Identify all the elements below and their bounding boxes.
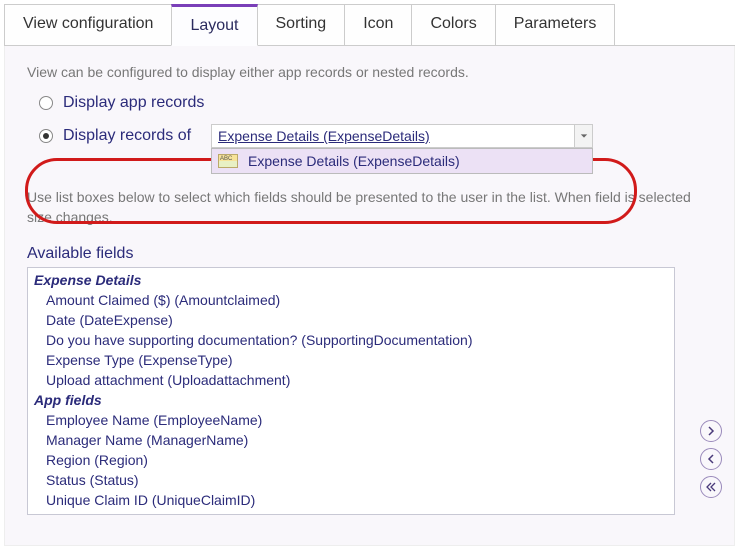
tab-colors[interactable]: Colors — [411, 4, 495, 45]
available-fields-listbox[interactable]: Expense Details Amount Claimed ($) (Amou… — [27, 267, 675, 515]
field-expense-type[interactable]: Expense Type (ExpenseType) — [32, 350, 674, 370]
field-employee-name[interactable]: Employee Name (EmployeeName) — [32, 410, 674, 430]
field-supporting-documentation[interactable]: Do you have supporting documentation? (S… — [32, 330, 674, 350]
chevron-down-icon[interactable] — [574, 125, 592, 147]
field-date[interactable]: Date (DateExpense) — [32, 310, 674, 330]
tab-icon[interactable]: Icon — [344, 4, 412, 45]
records-of-combobox[interactable]: Expense Details (ExpenseDetails) — [211, 124, 593, 148]
tab-parameters[interactable]: Parameters — [495, 4, 616, 45]
intro-text: View can be configured to display either… — [27, 64, 712, 80]
group-app-fields: App fields — [32, 390, 674, 410]
available-fields-label: Available fields — [27, 245, 712, 263]
field-unique-claim-id[interactable]: Unique Claim ID (UniqueClaimID) — [32, 490, 674, 510]
move-left-button[interactable] — [700, 448, 722, 470]
tab-sorting[interactable]: Sorting — [257, 4, 346, 45]
tab-view-configuration[interactable]: View configuration — [4, 4, 172, 45]
move-right-button[interactable] — [700, 420, 722, 442]
field-manager-name[interactable]: Manager Name (ManagerName) — [32, 430, 674, 450]
tab-bar: View configuration Layout Sorting Icon C… — [4, 4, 735, 46]
radio-app-records[interactable] — [39, 96, 53, 110]
dropdown-option-expense-details[interactable]: ABC Expense Details (ExpenseDetails) — [212, 149, 592, 173]
records-of-dropdown: ABC Expense Details (ExpenseDetails) — [211, 148, 593, 174]
radio-records-of[interactable] — [39, 129, 53, 143]
move-all-left-button[interactable] — [700, 476, 722, 498]
radio-app-records-label: Display app records — [63, 94, 204, 112]
table-icon: ABC — [218, 154, 238, 168]
field-region[interactable]: Region (Region) — [32, 450, 674, 470]
help-text: Use list boxes below to select which fie… — [27, 188, 712, 227]
radio-records-of-label: Display records of — [63, 127, 191, 145]
dropdown-option-label: Expense Details (ExpenseDetails) — [248, 153, 460, 169]
field-amount-claimed[interactable]: Amount Claimed ($) (Amountclaimed) — [32, 290, 674, 310]
transfer-buttons — [700, 420, 722, 498]
field-status[interactable]: Status (Status) — [32, 470, 674, 490]
layout-panel: View can be configured to display either… — [4, 46, 735, 546]
group-expense-details: Expense Details — [32, 270, 674, 290]
records-of-value: Expense Details (ExpenseDetails) — [218, 128, 430, 144]
field-upload-attachment[interactable]: Upload attachment (Uploadattachment) — [32, 370, 674, 390]
tab-layout[interactable]: Layout — [171, 4, 257, 46]
